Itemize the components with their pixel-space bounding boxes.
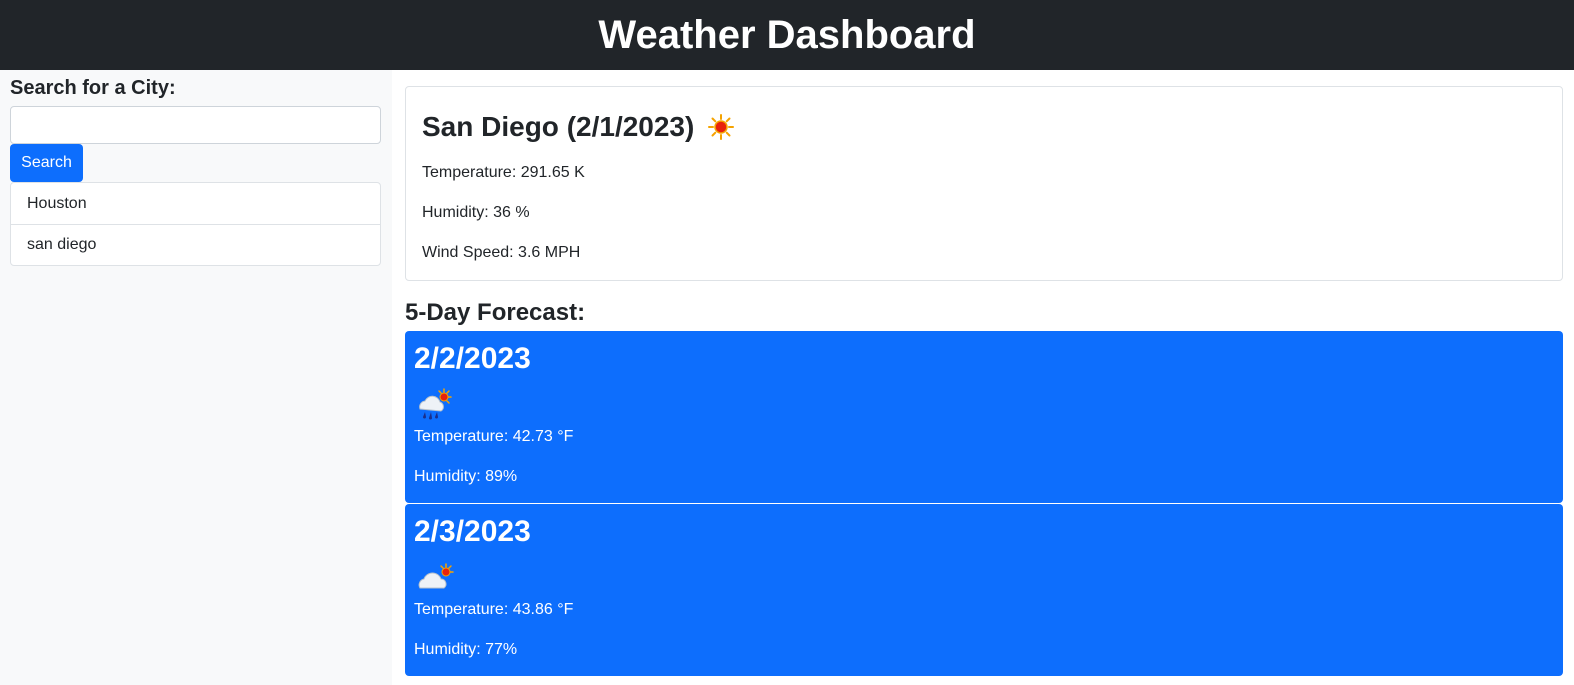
forecast-date: 2/3/2023 [414,515,531,548]
partly-cloudy-icon [414,560,1554,594]
main-content: San Diego (2/1/2023) Temperature: 291.65… [392,70,1574,685]
forecast-heading: 5-Day Forecast: [405,299,586,326]
city-search-input[interactable] [10,106,381,144]
forecast-temperature: Temperature: 42.73 °F [414,428,574,445]
history-item-houston[interactable]: Houston [11,183,380,224]
rain-sun-cloud-icon [414,387,1554,421]
forecast-date: 2/2/2023 [414,342,531,375]
history-item-san-diego[interactable]: san diego [11,224,380,265]
current-weather-card: San Diego (2/1/2023) Temperature: 291.65… [405,86,1563,281]
forecast-temperature: Temperature: 43.86 °F [414,601,574,618]
forecast-card: 2/3/2023 Temperature: 43.86 °F Humidity:… [405,504,1563,676]
sidebar: Search for a City: Search Houston san di… [0,70,392,685]
search-button[interactable]: Search [10,144,83,182]
current-city-line: San Diego (2/1/2023) [422,109,1546,145]
page-title: Weather Dashboard [598,12,976,57]
current-wind-speed: Wind Speed: 3.6 MPH [422,244,581,261]
forecast-card: 2/2/2023 Temperature: 42.73 °F Humidity:… [405,331,1563,503]
current-city-title: San Diego (2/1/2023) [422,111,695,142]
current-temperature: Temperature: 291.65 K [422,164,585,181]
current-humidity: Humidity: 36 % [422,204,530,221]
search-history-list: Houston san diego [10,182,381,266]
search-label: Search for a City: [10,77,176,99]
forecast-humidity: Humidity: 77% [414,641,518,658]
sunny-icon [708,114,735,140]
forecast-humidity: Humidity: 89% [414,468,518,485]
app-header: Weather Dashboard [0,0,1574,70]
page-layout: Search for a City: Search Houston san di… [0,70,1574,685]
